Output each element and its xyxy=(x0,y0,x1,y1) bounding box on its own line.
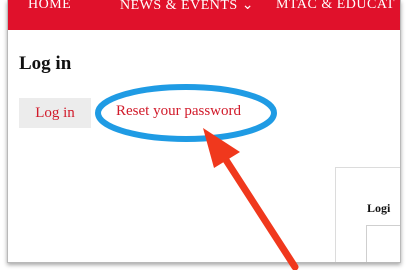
chevron-down-icon: ⌄ xyxy=(241,0,254,13)
username-input[interactable] xyxy=(366,225,400,262)
tab-log-in[interactable]: Log in xyxy=(19,98,91,128)
login-form-label: Logi xyxy=(367,201,391,215)
login-form-panel: Logi xyxy=(335,167,400,262)
page-title: Log in xyxy=(19,53,72,74)
top-navigation-bar: HOME NEWS & EVENTS ⌄ MTAC & EDUCAT xyxy=(8,0,400,30)
browser-viewport: HOME NEWS & EVENTS ⌄ MTAC & EDUCAT Log i… xyxy=(7,0,401,263)
nav-item-mtac-education[interactable]: MTAC & EDUCAT xyxy=(276,0,395,13)
nav-item-home[interactable]: HOME xyxy=(28,0,71,13)
nav-item-news-events[interactable]: NEWS & EVENTS ⌄ xyxy=(120,0,254,14)
tab-reset-password[interactable]: Reset your password xyxy=(116,103,241,120)
